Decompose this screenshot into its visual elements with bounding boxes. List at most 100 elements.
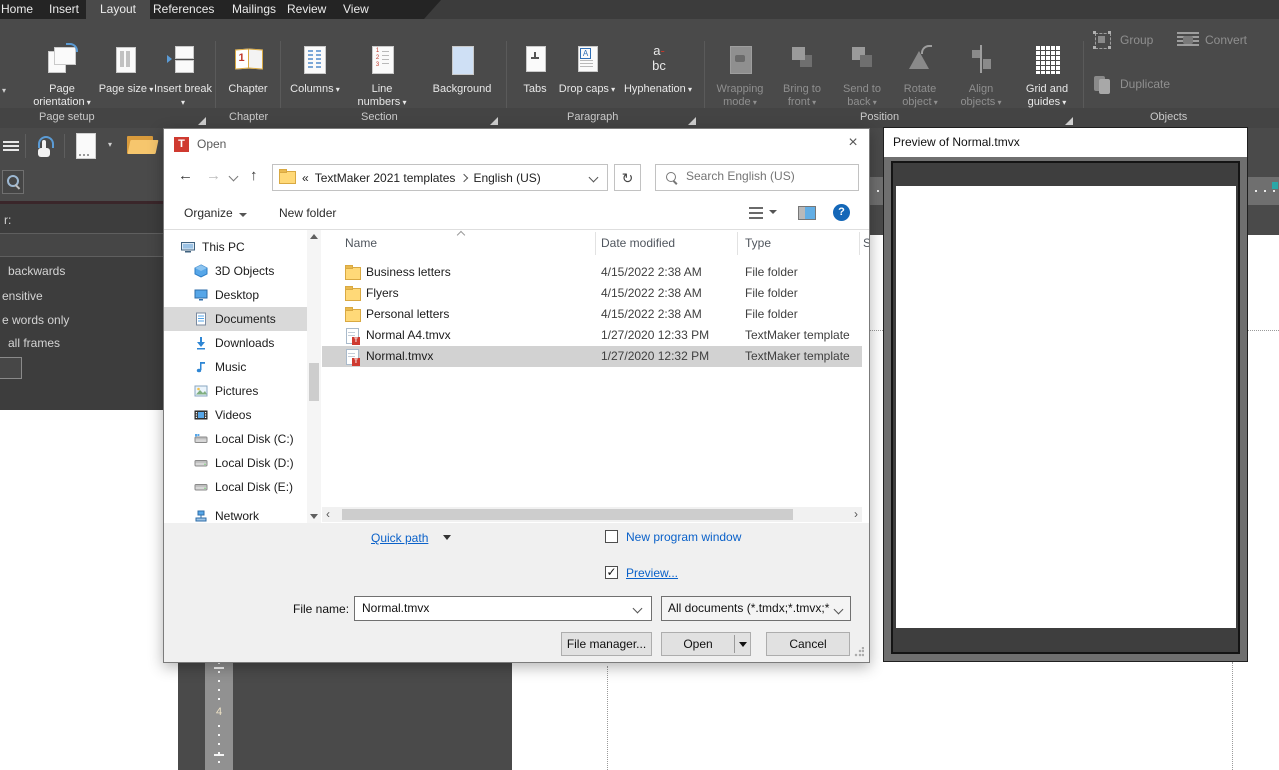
address-dropdown-chevron[interactable] bbox=[589, 173, 599, 183]
column-header-size[interactable]: Size bbox=[863, 236, 869, 250]
sidebar-item-3d-objects[interactable]: 3D Objects bbox=[164, 259, 307, 283]
tab-review[interactable]: Review bbox=[287, 0, 326, 19]
breadcrumb-parent[interactable]: TextMaker 2021 templates bbox=[315, 171, 456, 185]
preview-panel-title-bar[interactable]: Preview of Normal.tmvx bbox=[884, 128, 1247, 157]
file-name-input[interactable] bbox=[354, 596, 652, 621]
find-option-backwards[interactable]: backwards bbox=[8, 264, 65, 278]
tab-mailings[interactable]: Mailings bbox=[232, 0, 276, 19]
sidebar-item-this-pc[interactable]: This PC bbox=[164, 235, 307, 259]
column-header-date-modified[interactable]: Date modified bbox=[601, 236, 675, 250]
scrollbar-thumb[interactable] bbox=[342, 509, 793, 520]
new-document-icon[interactable] bbox=[76, 133, 96, 159]
file-row-normal-a4[interactable]: T Normal A4.tmvx 1/27/2020 12:33 PM Text… bbox=[322, 325, 862, 346]
tab-layout[interactable]: Layout bbox=[86, 0, 150, 19]
new-program-window-label[interactable]: New program window bbox=[626, 530, 741, 544]
preview-label[interactable]: Preview... bbox=[626, 566, 678, 580]
up-button[interactable]: ↑ bbox=[250, 167, 258, 184]
menu-icon[interactable] bbox=[3, 141, 19, 151]
vertical-ruler[interactable]: 4 bbox=[205, 662, 233, 770]
open-button[interactable]: Open bbox=[661, 632, 751, 656]
line-numbers-icon: 123 bbox=[366, 43, 398, 77]
open-split-dropdown-arrow[interactable] bbox=[739, 642, 747, 647]
sidebar-item-music[interactable]: Music bbox=[164, 355, 307, 379]
preview-pane-toggle-icon[interactable] bbox=[798, 206, 816, 220]
scroll-up-arrow[interactable] bbox=[310, 234, 318, 239]
quick-path-link[interactable]: Quick path bbox=[371, 531, 428, 545]
search-input[interactable] bbox=[684, 168, 853, 184]
find-option-whole-words[interactable]: e words only bbox=[2, 313, 69, 327]
view-mode-icon[interactable] bbox=[749, 207, 763, 219]
column-separator[interactable] bbox=[595, 232, 596, 255]
convert-button[interactable]: Convert bbox=[1177, 28, 1257, 52]
scrollbar-thumb[interactable] bbox=[309, 363, 319, 401]
scroll-left-arrow[interactable]: ‹ bbox=[326, 507, 330, 521]
search-button[interactable] bbox=[2, 170, 24, 194]
tab-view[interactable]: View bbox=[343, 0, 369, 19]
sidebar-item-local-disk-e[interactable]: Local Disk (E:) bbox=[164, 475, 307, 499]
new-program-window-checkbox[interactable] bbox=[605, 530, 618, 543]
clipped-ribbon-button-arrow[interactable]: ▾ bbox=[2, 86, 6, 95]
back-button[interactable]: ← bbox=[178, 167, 193, 184]
file-row-normal-selected[interactable]: T Normal.tmvx 1/27/2020 12:32 PM TextMak… bbox=[322, 346, 862, 367]
organize-button[interactable]: Organize bbox=[184, 206, 247, 220]
touch-mode-icon[interactable] bbox=[33, 136, 55, 160]
file-name-dropdown-chevron[interactable] bbox=[633, 604, 643, 614]
column-separator[interactable] bbox=[737, 232, 738, 255]
search-box[interactable] bbox=[655, 164, 859, 191]
sidebar-item-downloads[interactable]: Downloads bbox=[164, 331, 307, 355]
address-bar[interactable]: « TextMaker 2021 templates English (US) bbox=[272, 164, 608, 191]
sidebar-item-desktop[interactable]: Desktop bbox=[164, 283, 307, 307]
file-type-dropdown-chevron bbox=[834, 605, 844, 615]
close-icon[interactable]: × bbox=[842, 132, 864, 154]
column-separator[interactable] bbox=[859, 232, 860, 255]
tab-home[interactable]: Home bbox=[1, 0, 33, 19]
align-objects-icon bbox=[965, 43, 997, 77]
find-option-all-frames[interactable]: all frames bbox=[8, 336, 60, 350]
dialog-title-bar[interactable]: T Open × bbox=[164, 129, 869, 159]
sidebar-scrollbar[interactable] bbox=[307, 230, 321, 523]
group-button[interactable]: Group bbox=[1092, 28, 1172, 52]
find-option-case-sensitive[interactable]: ensitive bbox=[2, 289, 43, 303]
file-manager-button[interactable]: File manager... bbox=[561, 632, 652, 656]
file-row-business-letters[interactable]: Business letters 4/15/2022 2:38 AM File … bbox=[322, 262, 862, 283]
sidebar-item-network[interactable]: Network bbox=[164, 504, 307, 523]
tab-insert[interactable]: Insert bbox=[49, 0, 79, 19]
column-header-name[interactable]: Name bbox=[345, 236, 377, 250]
help-icon[interactable]: ? bbox=[833, 204, 850, 221]
new-document-dropdown-arrow[interactable]: ▾ bbox=[108, 140, 112, 149]
local-disk-d-icon bbox=[194, 456, 208, 470]
position-dialog-launcher[interactable] bbox=[1065, 117, 1073, 125]
view-mode-dropdown-arrow[interactable] bbox=[769, 210, 777, 214]
file-list-horizontal-scrollbar[interactable]: ‹ › bbox=[322, 507, 862, 522]
refresh-button[interactable]: ↻ bbox=[614, 164, 641, 191]
scroll-down-arrow[interactable] bbox=[310, 514, 318, 519]
find-clipped-button[interactable] bbox=[0, 357, 22, 379]
scroll-right-arrow[interactable]: › bbox=[854, 507, 858, 521]
open-folder-icon[interactable] bbox=[127, 136, 157, 156]
cancel-button[interactable]: Cancel bbox=[766, 632, 850, 656]
sidebar-item-local-disk-d[interactable]: Local Disk (D:) bbox=[164, 451, 307, 475]
paragraph-dialog-launcher[interactable] bbox=[688, 117, 696, 125]
local-disk-e-icon bbox=[194, 480, 208, 494]
duplicate-button[interactable]: Duplicate bbox=[1092, 72, 1182, 96]
tab-references[interactable]: References bbox=[153, 0, 214, 19]
quick-path-dropdown-arrow[interactable] bbox=[443, 535, 451, 540]
recent-locations-chevron[interactable] bbox=[229, 172, 239, 182]
sidebar-item-pictures[interactable]: Pictures bbox=[164, 379, 307, 403]
file-row-flyers[interactable]: Flyers 4/15/2022 2:38 AM File folder bbox=[322, 283, 862, 304]
column-header-type[interactable]: Type bbox=[745, 236, 771, 250]
file-row-personal-letters[interactable]: Personal letters 4/15/2022 2:38 AM File … bbox=[322, 304, 862, 325]
breadcrumb-current[interactable]: English (US) bbox=[473, 171, 540, 185]
send-to-back-icon bbox=[846, 43, 878, 77]
page-setup-dialog-launcher[interactable] bbox=[198, 117, 206, 125]
sidebar-item-local-disk-c[interactable]: Local Disk (C:) bbox=[164, 427, 307, 451]
sidebar-item-documents[interactable]: Documents bbox=[164, 307, 307, 331]
find-input[interactable] bbox=[0, 233, 163, 257]
new-folder-button[interactable]: New folder bbox=[279, 206, 336, 220]
section-dialog-launcher[interactable] bbox=[490, 117, 498, 125]
preview-checkbox[interactable]: ✓ bbox=[605, 566, 618, 579]
sidebar-item-videos[interactable]: Videos bbox=[164, 403, 307, 427]
dialog-resize-grip[interactable] bbox=[854, 647, 864, 657]
file-type-combobox[interactable]: All documents (*.tmdx;*.tmvx;* bbox=[661, 596, 851, 621]
forward-button[interactable]: → bbox=[206, 167, 221, 184]
